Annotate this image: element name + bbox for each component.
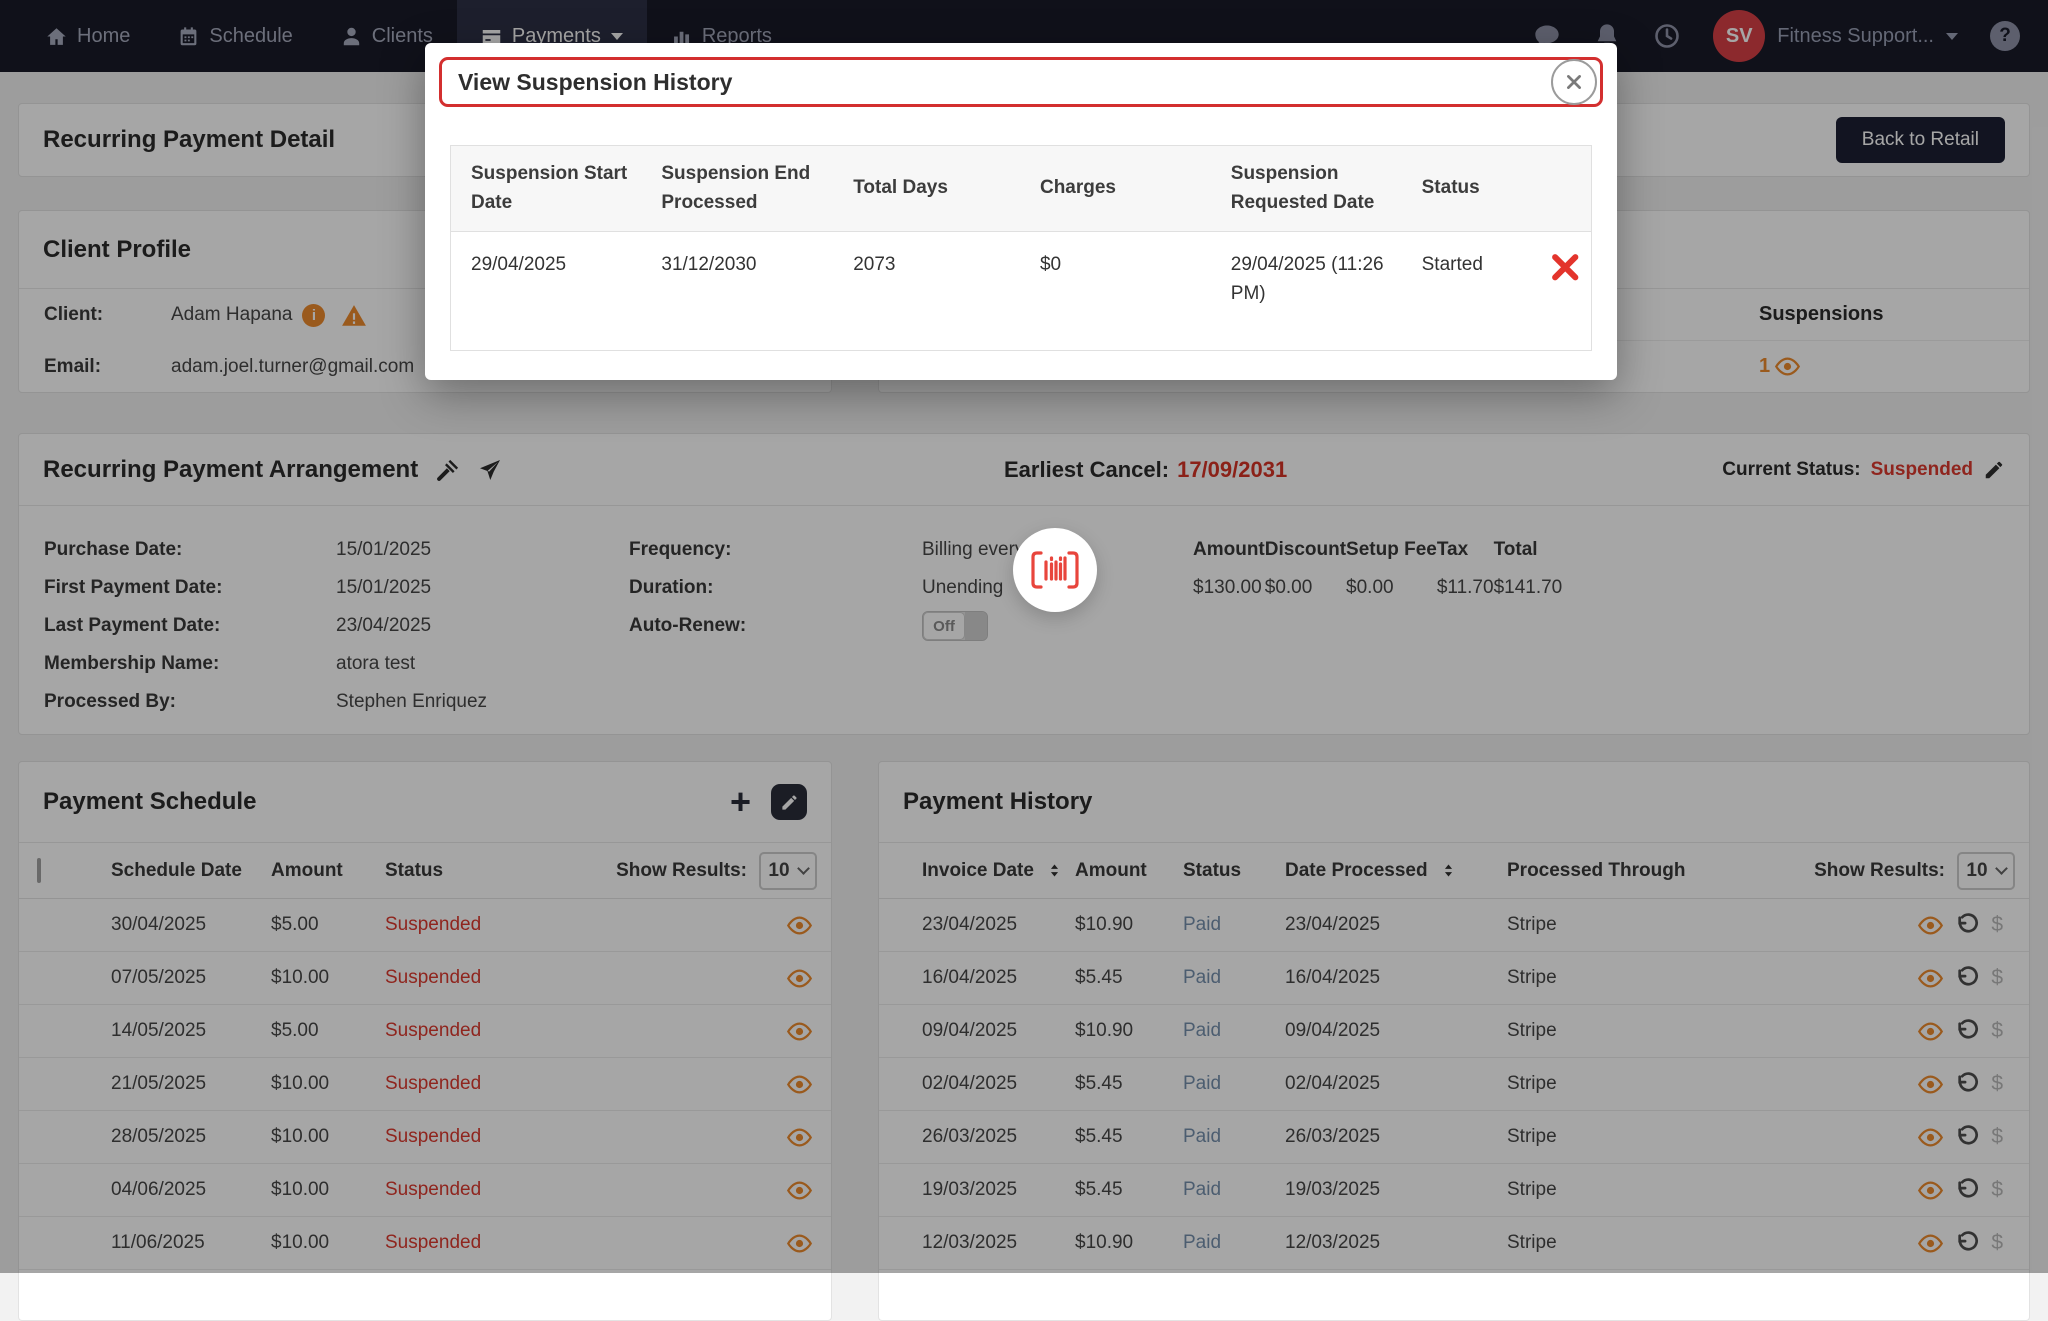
col-suspension-end: Suspension End Processed [641, 146, 833, 232]
total-days-cell: 2073 [833, 232, 1020, 351]
charges-cell: $0 [1020, 232, 1211, 351]
suspension-row: 29/04/2025 31/12/2030 2073 $0 29/04/2025… [451, 232, 1592, 351]
loading-spinner [1013, 528, 1097, 612]
col-charges: Charges [1020, 146, 1211, 232]
col-requested-date: Suspension Requested Date [1211, 146, 1402, 232]
col-suspension-start: Suspension Start Date [451, 146, 642, 232]
loading-barcode-icon [1031, 551, 1079, 589]
suspension-start-cell: 29/04/2025 [451, 232, 642, 351]
modal-title: View Suspension History [458, 69, 732, 96]
requested-date-cell: 29/04/2025 (11:26 PM) [1211, 232, 1402, 351]
modal-title-bar: View Suspension History [439, 57, 1603, 107]
col-total-days: Total Days [833, 146, 1020, 232]
suspension-end-cell: 31/12/2030 [641, 232, 833, 351]
view-suspension-history-modal: View Suspension History Suspension Start… [425, 43, 1617, 380]
col-status: Status [1402, 146, 1529, 232]
modal-close-button[interactable] [1551, 59, 1597, 105]
suspension-table-header-row: Suspension Start Date Suspension End Pro… [451, 146, 1592, 232]
suspension-history-table: Suspension Start Date Suspension End Pro… [450, 145, 1592, 351]
suspension-status-cell: Started [1402, 232, 1529, 351]
cancel-suspension-x-icon[interactable] [1549, 251, 1581, 283]
col-actions [1529, 146, 1592, 232]
